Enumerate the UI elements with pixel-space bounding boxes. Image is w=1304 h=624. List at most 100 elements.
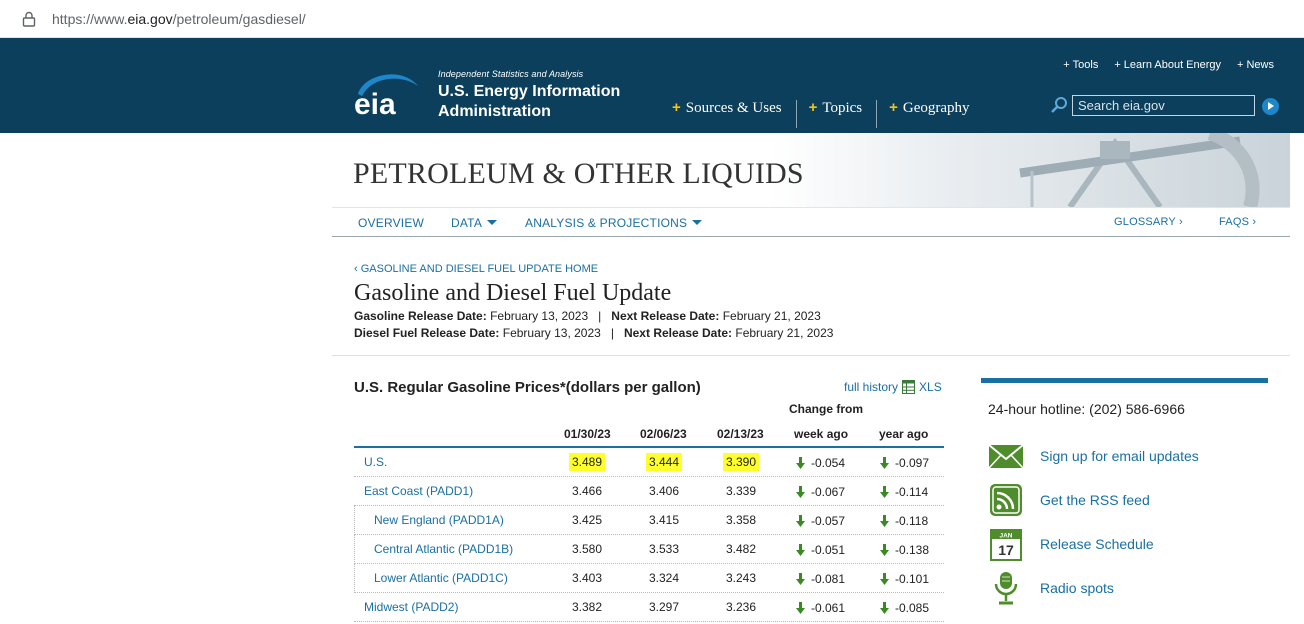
lock-icon	[22, 11, 36, 27]
nav-topics[interactable]: + Topics	[795, 100, 877, 128]
row-label-link[interactable]: East Coast (PADD1)	[364, 484, 473, 498]
subnav-label: FAQS	[1219, 216, 1250, 228]
arrow-down-icon	[880, 486, 889, 498]
change-cell: -0.081	[796, 572, 845, 586]
release-label: Gasoline Release Date:	[354, 309, 487, 323]
subnav-glossary[interactable]: GLOSSARY ›	[1114, 216, 1183, 228]
sidebar-link-label: Sign up for email updates	[1040, 448, 1199, 464]
eia-logo[interactable]: eia	[350, 68, 420, 118]
rss-icon	[990, 484, 1022, 516]
change-value: -0.101	[895, 572, 930, 586]
url-text[interactable]: https://www.eia.gov/petroleum/gasdiesel/	[52, 11, 306, 27]
table-row: Central Atlantic (PADD1B) 3.580 3.533 3.482…	[354, 535, 944, 564]
change-value: -0.051	[811, 543, 846, 557]
change-cell: -0.054	[796, 456, 845, 470]
arrow-down-icon	[880, 602, 889, 614]
arrow-down-icon	[796, 573, 805, 585]
subnav-label: OVERVIEW	[358, 216, 425, 230]
change-cell: -0.097	[880, 456, 929, 470]
back-link[interactable]: ‹ GASOLINE AND DIESEL FUEL UPDATE HOME	[354, 263, 598, 275]
indent-rule	[354, 506, 355, 535]
column-header: 02/13/23	[717, 427, 764, 441]
price-cell: 3.533	[649, 542, 680, 556]
change-cell: -0.138	[880, 543, 929, 557]
change-from-header: Change from	[789, 402, 864, 416]
change-value: -0.118	[895, 514, 929, 528]
subnav-analysis[interactable]: ANALYSIS & PROJECTIONS	[525, 216, 703, 230]
section-subnav: OVERVIEW DATA ANALYSIS & PROJECTIONS GLO…	[332, 207, 1290, 237]
top-link-news[interactable]: + News	[1237, 59, 1274, 71]
nav-label: Sources & Uses	[685, 100, 782, 116]
envelope-icon	[988, 444, 1024, 469]
change-cell: -0.114	[880, 485, 928, 499]
top-link-label: News	[1246, 59, 1274, 71]
subnav-overview[interactable]: OVERVIEW	[358, 216, 424, 230]
price-cell: 3.580	[572, 542, 603, 556]
caret-down-icon	[692, 220, 703, 225]
top-links: + Tools + Learn About Energy + News	[1063, 59, 1274, 71]
top-link-learn[interactable]: + Learn About Energy	[1114, 59, 1221, 71]
email-updates-link[interactable]: Sign up for email updates	[988, 438, 1278, 474]
price-cell: 3.415	[649, 513, 680, 527]
search-submit-button[interactable]	[1262, 98, 1279, 115]
top-link-label: Learn About Energy	[1123, 59, 1222, 71]
release-schedule-link[interactable]: JAN 17 Release Schedule	[988, 526, 1278, 562]
plus-icon: +	[1063, 59, 1070, 71]
browser-address-bar[interactable]: https://www.eia.gov/petroleum/gasdiesel/	[0, 0, 1304, 38]
price-cell: 3.297	[649, 600, 680, 614]
price-cell: 3.403	[572, 571, 603, 585]
next-release-date: February 21, 2023	[735, 326, 834, 340]
table-row: East Coast (PADD1) 3.466 3.406 3.339 -0.067 -…	[354, 477, 944, 506]
diesel-release-dates: Diesel Fuel Release Date: February 13, 2…	[354, 326, 833, 340]
release-label: Diesel Fuel Release Date:	[354, 326, 500, 340]
change-cell: -0.057	[796, 514, 845, 528]
price-cell: 3.444	[646, 453, 683, 471]
org-name-line2: Administration	[438, 103, 551, 120]
rss-feed-link[interactable]: Get the RSS feed	[988, 482, 1278, 518]
change-cell: -0.051	[796, 543, 845, 557]
main-nav: + Sources & Uses + Topics + Geography	[672, 100, 984, 128]
change-value: -0.097	[895, 456, 930, 470]
row-label-link[interactable]: Lower Atlantic (PADD1C)	[374, 571, 508, 585]
plus-icon: +	[1114, 59, 1121, 71]
xls-link[interactable]: XLS	[919, 380, 942, 394]
change-cell: -0.067	[796, 485, 845, 499]
price-cell: 3.358	[726, 513, 757, 527]
radio-spots-link[interactable]: Radio spots	[988, 570, 1278, 606]
subnav-data[interactable]: DATA	[451, 216, 498, 230]
spreadsheet-icon[interactable]	[902, 380, 916, 394]
page-title: Gasoline and Diesel Fuel Update	[354, 280, 672, 306]
price-cell: 3.243	[726, 571, 757, 585]
change-cell: -0.085	[880, 601, 929, 615]
subnav-label: DATA	[451, 216, 483, 230]
top-link-tools[interactable]: + Tools	[1063, 59, 1098, 71]
arrow-down-icon	[880, 457, 889, 469]
sidebar-link-label: Get the RSS feed	[1040, 492, 1150, 508]
row-label-link[interactable]: Central Atlantic (PADD1B)	[374, 542, 513, 556]
change-value: -0.067	[811, 485, 846, 499]
nav-geography[interactable]: + Geography	[876, 100, 983, 128]
subnav-faqs[interactable]: FAQS ›	[1219, 216, 1256, 228]
price-cell: 3.406	[649, 484, 680, 498]
table-row: U.S. 3.489 3.444 3.390 -0.054 -0.097	[354, 448, 944, 477]
gasoline-release-dates: Gasoline Release Date: February 13, 2023…	[354, 309, 821, 323]
content-divider	[332, 355, 1290, 356]
price-cell: 3.489	[569, 453, 606, 471]
top-link-label: Tools	[1072, 59, 1099, 71]
row-label-link[interactable]: Midwest (PADD2)	[364, 600, 458, 614]
full-history-link[interactable]: full history	[844, 380, 898, 394]
price-cell: 3.425	[572, 513, 603, 527]
search-input[interactable]	[1072, 95, 1255, 116]
row-label-link[interactable]: U.S.	[364, 455, 387, 469]
column-header: year ago	[879, 427, 929, 441]
org-name-line1: U.S. Energy Information	[438, 83, 621, 100]
chevron-right-icon: ›	[1179, 216, 1183, 228]
change-value: -0.057	[811, 514, 846, 528]
nav-sources-uses[interactable]: + Sources & Uses	[672, 100, 796, 128]
table-row: New England (PADD1A) 3.425 3.415 3.358 -0.05…	[354, 506, 944, 535]
sidebar-accent-bar	[981, 378, 1268, 383]
change-value: -0.138	[895, 543, 930, 557]
logo-text[interactable]: Independent Statistics and Analysis U.S.…	[438, 69, 620, 122]
section-title: PETROLEUM & OTHER LIQUIDS	[353, 157, 804, 190]
row-label-link[interactable]: New England (PADD1A)	[374, 513, 504, 527]
